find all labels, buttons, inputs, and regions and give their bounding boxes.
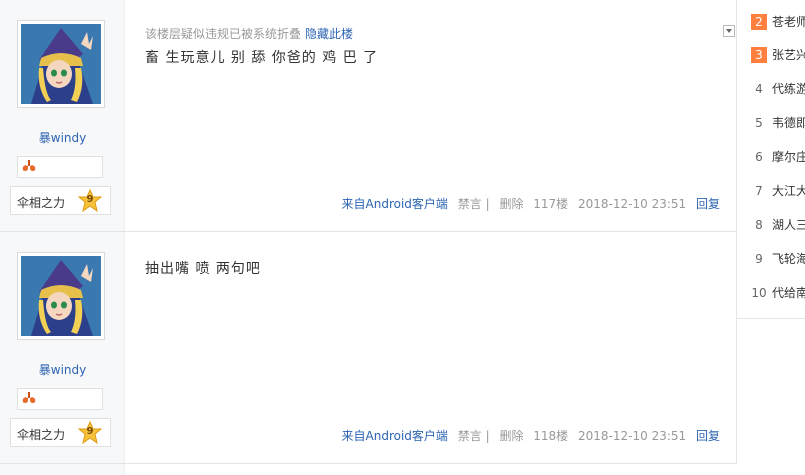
lungs-badge-icon[interactable] (21, 159, 37, 173)
next-author-panel (0, 464, 125, 475)
ban-link[interactable]: 禁言 | (458, 429, 490, 443)
rank-title[interactable]: 苍老师 (772, 14, 805, 30)
post-text: 抽出嘴 喷 两句吧 (145, 261, 261, 277)
rank-item[interactable]: 9 飞轮海 (737, 251, 805, 285)
rank-number: 3 (751, 47, 767, 63)
avatar-image (21, 24, 101, 104)
star-level-icon: 9 (77, 188, 103, 213)
rank-number: 2 (751, 14, 767, 30)
level-title: 伞相之力 (17, 428, 66, 442)
post-text: 畜 生玩意儿 别 舔 你爸的 鸡 巴 了 (145, 50, 379, 66)
badge-row (17, 388, 103, 410)
rank-number: 8 (755, 218, 763, 232)
rank-title[interactable]: 张艺兴 (772, 47, 805, 63)
delete-link[interactable]: 删除 (499, 429, 523, 443)
rank-item[interactable]: 4 代练游 (737, 81, 805, 115)
rank-item[interactable]: 3 张艺兴 (737, 47, 805, 81)
rank-item[interactable]: 10 代给南 (737, 285, 805, 318)
ban-link[interactable]: 禁言 | (458, 197, 490, 211)
author-name[interactable]: 暴windy (0, 129, 125, 146)
next-post-stub (0, 464, 737, 475)
rank-title[interactable]: 代给南 (772, 285, 805, 301)
client-link[interactable]: 来自Android客户端 (342, 197, 448, 211)
level-row[interactable]: 伞相之力 9 (10, 418, 111, 447)
hot-ranking-sidebar: 2 苍老师 3 张艺兴 4 代练游 5 韦德即 6 摩尔庄 7 大江大 8 湖人… (737, 0, 805, 319)
level-row[interactable]: 伞相之力 9 (10, 186, 111, 215)
thread-list: 暴windy 伞相之力 9 该楼层疑似违规已被系统折叠 隐藏此楼 畜 生玩意儿 … (0, 0, 737, 475)
avatar[interactable] (17, 20, 105, 108)
rank-number: 5 (755, 116, 763, 130)
post-time: 2018-12-10 23:51 (578, 197, 687, 211)
fold-notice: 该楼层疑似违规已被系统折叠 隐藏此楼 (145, 25, 353, 42)
avatar[interactable] (17, 252, 105, 340)
level-number: 9 (86, 426, 94, 437)
post-117: 暴windy 伞相之力 9 该楼层疑似违规已被系统折叠 隐藏此楼 畜 生玩意儿 … (0, 0, 737, 232)
avatar-image (21, 256, 101, 336)
reply-link[interactable]: 回复 (696, 429, 720, 443)
chevron-down-icon (726, 29, 732, 33)
star-level-icon: 9 (77, 420, 103, 445)
rank-title[interactable]: 湖人三 (772, 217, 805, 233)
rank-title[interactable]: 飞轮海 (772, 251, 805, 267)
post-content-area: 抽出嘴 喷 两句吧 来自Android客户端 禁言 | 删除 118楼 2018… (126, 232, 737, 463)
author-panel: 暴windy 伞相之力 9 (0, 232, 125, 463)
rank-number: 10 (751, 286, 767, 300)
post-menu-button[interactable] (723, 25, 735, 37)
rank-title[interactable]: 韦德即 (772, 115, 805, 131)
lungs-badge-icon[interactable] (21, 391, 37, 405)
floor-number: 118楼 (533, 429, 569, 443)
rank-number: 9 (755, 252, 763, 266)
hide-floor-link[interactable]: 隐藏此楼 (305, 27, 353, 41)
rank-item[interactable]: 6 摩尔庄 (737, 149, 805, 183)
badge-row (17, 156, 103, 178)
post-tail: 来自Android客户端 禁言 | 删除 117楼 2018-12-10 23:… (342, 195, 720, 212)
rank-title[interactable]: 摩尔庄 (772, 149, 805, 165)
post-118: 暴windy 伞相之力 9 抽出嘴 喷 两句吧 来自Android客户端 禁言 … (0, 232, 737, 464)
floor-number: 117楼 (533, 197, 569, 211)
rank-number: 4 (755, 82, 763, 96)
author-panel: 暴windy 伞相之力 9 (0, 0, 125, 231)
rank-item[interactable]: 7 大江大 (737, 183, 805, 217)
reply-link[interactable]: 回复 (696, 197, 720, 211)
delete-link[interactable]: 删除 (499, 197, 523, 211)
client-link[interactable]: 来自Android客户端 (342, 429, 448, 443)
rank-title[interactable]: 代练游 (772, 81, 805, 97)
fold-notice-text: 该楼层疑似违规已被系统折叠 (145, 27, 302, 41)
rank-item[interactable]: 5 韦德即 (737, 115, 805, 149)
rank-item[interactable]: 2 苍老师 (737, 14, 805, 48)
level-number: 9 (86, 194, 94, 205)
author-name[interactable]: 暴windy (0, 361, 125, 378)
post-time: 2018-12-10 23:51 (578, 429, 687, 443)
level-title: 伞相之力 (17, 196, 66, 210)
rank-number: 7 (755, 184, 763, 198)
post-tail: 来自Android客户端 禁言 | 删除 118楼 2018-12-10 23:… (342, 427, 720, 444)
rank-title[interactable]: 大江大 (772, 183, 805, 199)
rank-item[interactable]: 8 湖人三 (737, 217, 805, 251)
post-content-area: 该楼层疑似违规已被系统折叠 隐藏此楼 畜 生玩意儿 别 舔 你爸的 鸡 巴 了 来… (126, 0, 737, 231)
rank-number: 6 (755, 150, 763, 164)
